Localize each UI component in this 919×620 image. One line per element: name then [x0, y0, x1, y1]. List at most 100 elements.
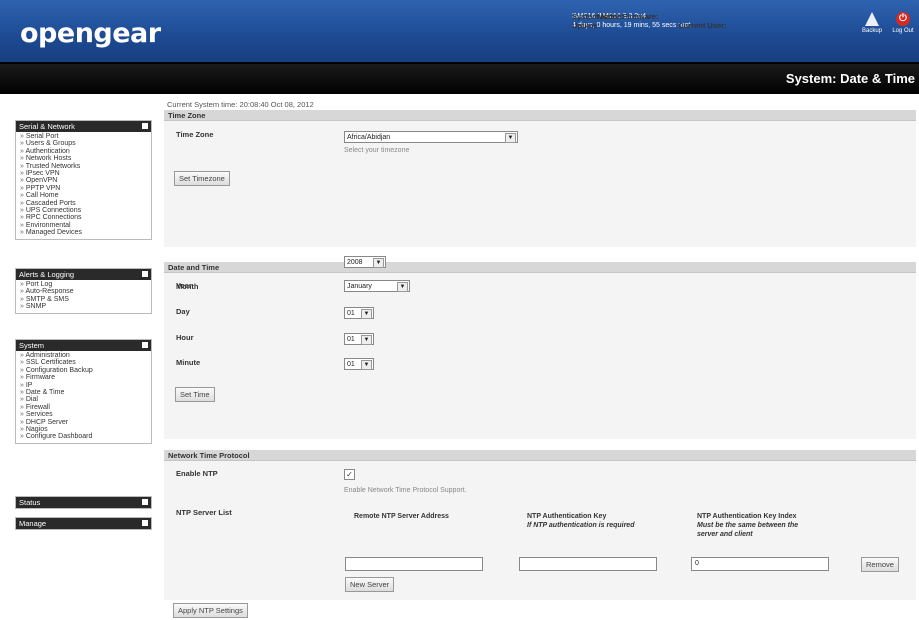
sidebar-serial-network-list: Serial Port Users & Groups Authenticatio…	[16, 132, 151, 239]
backup-button[interactable]: Backup	[859, 12, 885, 34]
sidebar-item[interactable]: SMTP & SMS	[20, 296, 151, 303]
sidebar-item[interactable]: Auto-Response	[20, 288, 151, 295]
set-time-button[interactable]: Set Time	[175, 387, 215, 402]
sidebar-item[interactable]: Port Log	[20, 281, 151, 288]
sidebar-item[interactable]: IP	[20, 382, 151, 389]
sidebar-item[interactable]: Firmware	[20, 374, 151, 381]
dropdown-arrow-icon: ▼	[361, 335, 372, 345]
sidebar-system-header[interactable]: System	[16, 340, 151, 351]
sidebar-item[interactable]: DHCP Server	[20, 419, 151, 426]
sidebar-alerts-logging-header[interactable]: Alerts & Logging	[16, 269, 151, 280]
sidebar-system: System Administration SSL Certificates C…	[15, 339, 152, 444]
timezone-hint: Select your timezone	[344, 147, 410, 154]
sidebar-alerts-logging: Alerts & Logging Port Log Auto-Response …	[15, 268, 152, 314]
system-info: System Name: IM4216 Model: IM4216 Firmwa…	[572, 12, 727, 30]
dropdown-arrow-icon: ▼	[361, 360, 372, 370]
sidebar-item[interactable]: Call Home	[20, 192, 151, 199]
sidebar-item[interactable]: Dial	[20, 396, 151, 403]
hour-label: Hour	[176, 333, 194, 342]
sidebar-item[interactable]: Firewall	[20, 404, 151, 411]
day-value: 01	[347, 310, 355, 317]
sidebar-item[interactable]: Nagios	[20, 426, 151, 433]
collapse-icon[interactable]	[142, 123, 148, 129]
ntp-auth-key-input[interactable]	[519, 557, 657, 571]
sidebar-item[interactable]: Cascaded Ports	[20, 200, 151, 207]
remove-server-button[interactable]: Remove	[861, 557, 899, 572]
timezone-section-header: Time Zone	[164, 110, 916, 121]
model-label: Model:	[597, 12, 622, 21]
header-bar: opengear System Name: IM4216 Model: IM42…	[0, 0, 919, 62]
sidebar-item[interactable]: Environmental	[20, 222, 151, 229]
backup-label: Backup	[861, 28, 882, 34]
timezone-label: Time Zone	[176, 130, 214, 139]
minute-select[interactable]: 01 ▼	[344, 358, 374, 370]
page-title: System: Date & Time	[785, 71, 915, 86]
col-key-index-sub2: server and client	[697, 531, 753, 538]
month-select[interactable]: January ▼	[344, 280, 410, 292]
datetime-section-body	[164, 271, 916, 439]
collapse-icon[interactable]	[142, 271, 148, 277]
year-select[interactable]: 2008 ▼	[344, 256, 386, 268]
sidebar-section-title: Serial & Network	[19, 122, 75, 131]
sidebar-manage: Manage	[15, 517, 152, 530]
sidebar-item[interactable]: SSL Certificates	[20, 359, 151, 366]
sidebar-item[interactable]: Network Hosts	[20, 155, 151, 162]
col-auth-key-subheader: If NTP authentication is required	[527, 522, 635, 529]
sidebar-item[interactable]: OpenVPN	[20, 177, 151, 184]
page-title-bar: System: Date & Time	[0, 62, 919, 94]
sidebar-item[interactable]: Serial Port	[20, 133, 151, 140]
month-label: Month	[176, 282, 199, 291]
hour-select[interactable]: 01 ▼	[344, 333, 374, 345]
sidebar-status: Status	[15, 496, 152, 509]
month-value: January	[347, 283, 372, 290]
minute-label: Minute	[176, 358, 201, 367]
timezone-select[interactable]: Africa/Abidjan ▼	[344, 131, 518, 143]
col-remote-address-header: Remote NTP Server Address	[354, 513, 449, 520]
sidebar-section-title: System	[19, 341, 45, 350]
sidebar-item[interactable]: SNMP	[20, 303, 151, 310]
sidebar-item-date-time[interactable]: Date & Time	[20, 389, 151, 396]
sidebar-section-title: Status	[19, 498, 41, 507]
sidebar-status-header[interactable]: Status	[16, 497, 151, 508]
sidebar-section-title: Alerts & Logging	[19, 270, 75, 279]
sidebar-item[interactable]: Administration	[20, 352, 151, 359]
power-icon: ⏻	[896, 12, 910, 26]
sidebar-item[interactable]: Users & Groups	[20, 140, 151, 147]
sidebar-serial-network: Serial & Network Serial Port Users & Gro…	[15, 120, 152, 240]
expand-icon[interactable]	[142, 499, 148, 505]
sidebar-item[interactable]: UPS Connections	[20, 207, 151, 214]
collapse-icon[interactable]	[142, 342, 148, 348]
logout-button[interactable]: ⏻ Log Out	[890, 12, 916, 34]
sidebar-item[interactable]: Configuration Backup	[20, 367, 151, 374]
backup-icon	[865, 12, 879, 26]
col-key-index-sub1: Must be the same between the	[697, 522, 799, 529]
ntp-server-address-input[interactable]	[345, 557, 483, 571]
sidebar-manage-header[interactable]: Manage	[16, 518, 151, 529]
day-select[interactable]: 01 ▼	[344, 307, 374, 319]
current-system-time: Current System time: 20:08:40 Oct 08, 20…	[167, 100, 314, 109]
sidebar-item[interactable]: RPC Connections	[20, 214, 151, 221]
hour-value: 01	[347, 336, 355, 343]
expand-icon[interactable]	[142, 520, 148, 526]
ntp-key-index-input[interactable]: 0	[691, 557, 829, 571]
ntp-server-list-label: NTP Server List	[176, 508, 232, 517]
datetime-section-header: Date and Time	[164, 262, 916, 273]
firmware-label: Firmware:	[622, 12, 659, 21]
sidebar-serial-network-header[interactable]: Serial & Network	[16, 121, 151, 132]
enable-ntp-checkbox[interactable]: ✓	[344, 469, 355, 480]
year-value: 2008	[347, 259, 363, 266]
sidebar-item[interactable]: Trusted Networks	[20, 163, 151, 170]
sidebar-item[interactable]: IPsec VPN	[20, 170, 151, 177]
sidebar-item[interactable]: Authentication	[20, 148, 151, 155]
sidebar-item[interactable]: Configure Dashboard	[20, 433, 151, 440]
new-server-button[interactable]: New Server	[345, 577, 395, 592]
set-timezone-button[interactable]: Set Timezone	[174, 171, 230, 186]
sidebar-item[interactable]: PPTP VPN	[20, 185, 151, 192]
timezone-section-body	[164, 121, 916, 247]
col-auth-key-header: NTP Authentication Key	[527, 513, 607, 520]
apply-ntp-settings-button[interactable]: Apply NTP Settings	[173, 603, 248, 618]
sidebar-alerts-logging-list: Port Log Auto-Response SMTP & SMS SNMP	[16, 280, 151, 313]
dropdown-arrow-icon: ▼	[505, 133, 516, 143]
sidebar-item[interactable]: Services	[20, 411, 151, 418]
sidebar-item[interactable]: Managed Devices	[20, 229, 151, 236]
